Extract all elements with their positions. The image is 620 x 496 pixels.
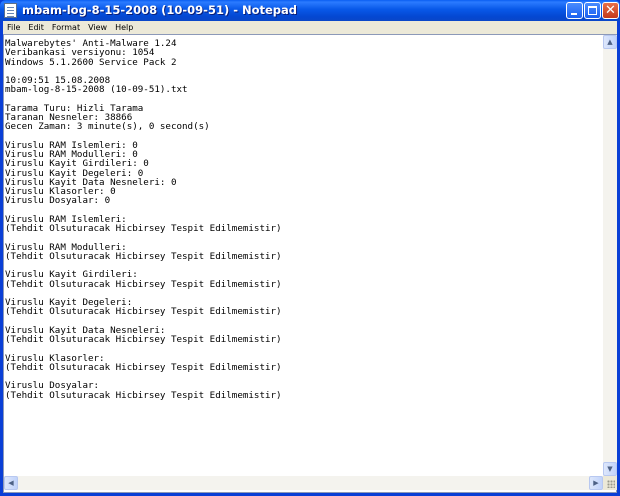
- arrow-left-icon[interactable]: ◀: [4, 476, 18, 490]
- title-bar[interactable]: mbam-log-8-15-2008 (10-09-51) - Notepad …: [0, 0, 620, 21]
- notepad-window: mbam-log-8-15-2008 (10-09-51) - Notepad …: [0, 0, 620, 496]
- vertical-scroll-track[interactable]: [603, 49, 617, 462]
- minimize-icon: [571, 13, 577, 15]
- text-line: (Tehdit Olsuturacak Hicbirsey Tespit Edi…: [5, 361, 282, 373]
- menu-file[interactable]: File: [3, 21, 24, 34]
- text-line: (Tehdit Olsuturacak Hicbirsey Tespit Edi…: [5, 389, 282, 401]
- menu-format[interactable]: Format: [48, 21, 84, 34]
- menu-view[interactable]: View: [84, 21, 111, 34]
- arrow-down-icon[interactable]: ▼: [603, 462, 617, 476]
- horizontal-scroll-track[interactable]: [18, 476, 589, 490]
- window-title: mbam-log-8-15-2008 (10-09-51) - Notepad: [22, 3, 298, 17]
- text-line: (Tehdit Olsuturacak Hicbirsey Tespit Edi…: [5, 334, 282, 345]
- text-line: Viruslu Dosyalar: 0: [5, 195, 111, 207]
- maximize-icon: [588, 6, 597, 15]
- text-line: (Tehdit Olsuturacak Hicbirsey Tespit Edi…: [5, 250, 282, 262]
- maximize-button[interactable]: [584, 2, 601, 19]
- text-line: Gecen Zaman: 3 minute(s), 0 second(s): [5, 121, 210, 133]
- text-line: (Tehdit Olsuturacak Hicbirsey Tespit Edi…: [5, 278, 282, 290]
- menu-edit[interactable]: Edit: [24, 21, 48, 34]
- menu-help[interactable]: Help: [111, 21, 137, 34]
- text-line: (Tehdit Olsuturacak Hicbirsey Tespit Edi…: [5, 223, 282, 234]
- notepad-icon[interactable]: [4, 3, 17, 18]
- text-editor[interactable]: Malwarebytes' Anti-Malware 1.24 Veribanka…: [3, 34, 617, 493]
- arrow-up-icon[interactable]: ▲: [603, 35, 617, 49]
- menu-bar: File Edit Format View Help: [3, 21, 617, 34]
- text-content[interactable]: Malwarebytes' Anti-Malware 1.24 Veribanka…: [5, 39, 603, 473]
- vertical-scrollbar[interactable]: ▲ ▼: [603, 35, 617, 476]
- minimize-button[interactable]: [566, 2, 583, 19]
- close-button[interactable]: ✕: [602, 2, 619, 19]
- close-icon: ✕: [605, 3, 616, 18]
- resize-grip-icon[interactable]: [603, 476, 617, 490]
- text-line: (Tehdit Olsuturacak Hicbirsey Tespit Edi…: [5, 306, 282, 318]
- arrow-right-icon[interactable]: ▶: [589, 476, 603, 490]
- text-line: mbam-log-8-15-2008 (10-09-51).txt: [5, 84, 188, 96]
- text-line: Windows 5.1.2600 Service Pack 2: [5, 56, 177, 68]
- horizontal-scrollbar[interactable]: ◀ ▶: [4, 476, 603, 490]
